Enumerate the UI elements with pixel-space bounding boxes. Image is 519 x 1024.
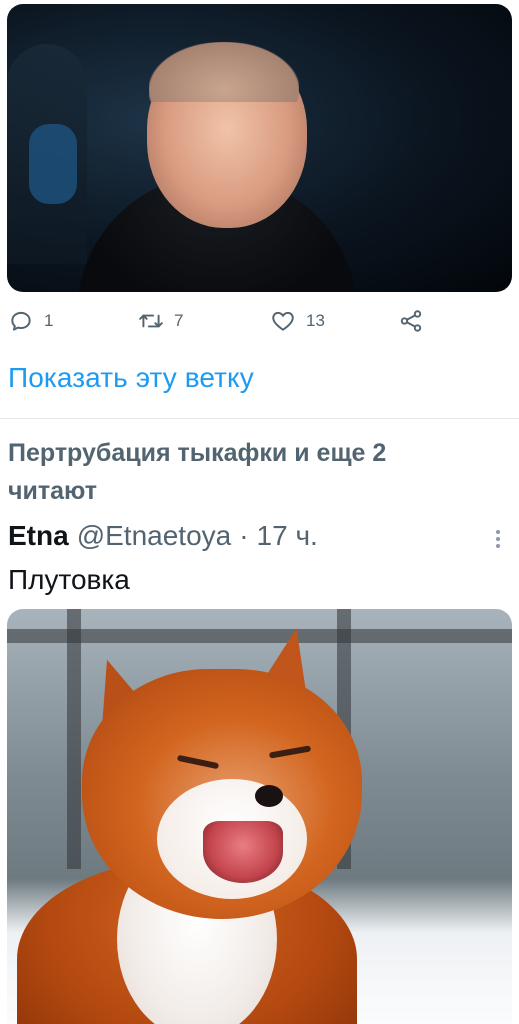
author-handle[interactable]: @Etnaetoya (77, 520, 232, 552)
social-context[interactable]: Пертрубация тыкафки и еще 2 читают (8, 434, 478, 510)
tweet-time[interactable]: 17 ч. (257, 520, 318, 552)
photo-fox-mouth (203, 821, 283, 883)
photo-hair (149, 42, 299, 102)
photo-fence-post (67, 609, 81, 869)
tweet-divider (0, 418, 519, 419)
retweet-icon (139, 314, 163, 328)
show-thread-link[interactable]: Показать эту ветку (8, 362, 254, 394)
retweet-button[interactable]: 7 (138, 308, 183, 334)
tweet-action-bar: 1 7 13 (8, 308, 428, 338)
tweet-photo-fox[interactable] (7, 609, 512, 1024)
share-icon (400, 310, 422, 332)
reply-count: 1 (44, 311, 54, 330)
reply-button[interactable]: 1 (8, 308, 53, 334)
photo-background-mask (29, 124, 77, 204)
photo-fox-nose (255, 785, 283, 807)
heart-icon (272, 311, 294, 331)
retweet-count: 7 (174, 311, 184, 330)
author-name[interactable]: Etna (8, 520, 69, 552)
like-count: 13 (306, 311, 325, 330)
tweet-text: Плутовка (8, 564, 130, 595)
reply-icon (11, 311, 31, 331)
more-vertical-icon[interactable] (488, 524, 508, 554)
tweet-photo-portrait[interactable] (7, 4, 512, 292)
like-button[interactable]: 13 (270, 308, 325, 334)
header-separator: · (239, 520, 249, 551)
tweet-header: Etna @Etnaetoya · 17 ч. (8, 520, 318, 552)
share-button[interactable] (398, 308, 424, 334)
